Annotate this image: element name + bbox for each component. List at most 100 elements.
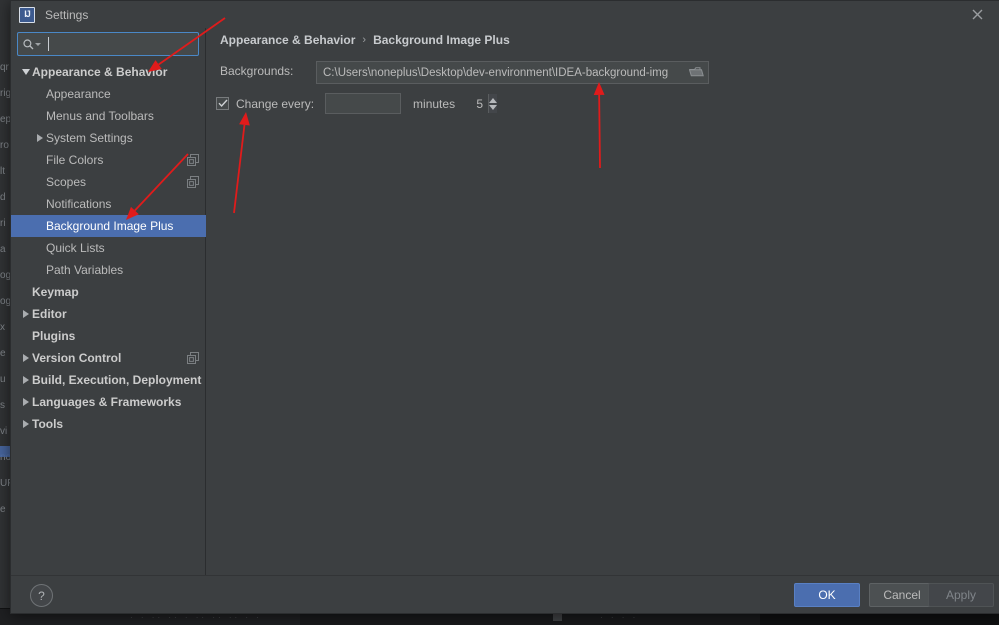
ok-button[interactable]: OK bbox=[794, 583, 860, 607]
copy-settings-icon[interactable] bbox=[187, 352, 199, 364]
copy-settings-icon[interactable] bbox=[187, 176, 199, 188]
chevron-right-icon[interactable] bbox=[33, 127, 46, 149]
sidebar-item-notifications[interactable]: Notifications bbox=[11, 193, 205, 215]
help-button[interactable]: ? bbox=[30, 584, 53, 607]
cancel-button[interactable]: Cancel bbox=[869, 583, 935, 607]
sidebar-item-appearance-behavior[interactable]: Appearance & Behavior bbox=[11, 61, 205, 83]
interval-unit-label: minutes bbox=[413, 96, 456, 111]
change-every-checkbox[interactable] bbox=[216, 97, 229, 110]
dialog-titlebar: IJ Settings bbox=[11, 1, 999, 28]
sidebar-item-label: Quick Lists bbox=[46, 241, 105, 255]
chevron-right-glyph bbox=[22, 420, 29, 428]
sidebar-item-keymap[interactable]: Keymap bbox=[11, 281, 205, 303]
sidebar-item-label: Tools bbox=[32, 417, 64, 431]
sidebar-item-label: Version Control bbox=[32, 351, 122, 365]
sidebar-item-label: System Settings bbox=[46, 131, 133, 145]
settings-sidebar: Appearance & Behavior Appearance Menus and… bbox=[11, 28, 237, 576]
sidebar-item-build-execution-deployment[interactable]: Build, Execution, Deployment bbox=[11, 369, 205, 391]
chevron-down-glyph bbox=[21, 69, 30, 75]
chevron-down-icon[interactable] bbox=[35, 42, 41, 46]
background-status-chip bbox=[553, 613, 562, 621]
folder-icon[interactable] bbox=[684, 62, 708, 83]
chevron-right-glyph bbox=[36, 134, 43, 142]
change-every-row: Change every: minutes bbox=[216, 93, 498, 114]
backgrounds-label: Backgrounds: bbox=[220, 64, 294, 78]
sidebar-item-editor[interactable]: Editor bbox=[11, 303, 205, 325]
sidebar-item-label: Languages & Frameworks bbox=[32, 395, 182, 409]
dialog-body: Appearance & Behavior Appearance Menus and… bbox=[11, 28, 999, 576]
copy-settings-icon[interactable] bbox=[187, 154, 199, 166]
chevron-right-glyph bbox=[22, 354, 29, 362]
sidebar-item-plugins[interactable]: Plugins bbox=[11, 325, 205, 347]
breadcrumb-root[interactable]: Appearance & Behavior bbox=[220, 33, 355, 47]
search-icon bbox=[23, 38, 34, 50]
background-status-text: · · ·· ·· · ·· ·· ·· · · bbox=[130, 613, 262, 622]
sidebar-item-label: Plugins bbox=[32, 329, 76, 343]
sidebar-item-appearance[interactable]: Appearance bbox=[11, 83, 205, 105]
backgrounds-row: Backgrounds: bbox=[220, 64, 293, 78]
apply-button[interactable]: Apply bbox=[928, 583, 994, 607]
chevron-right-icon[interactable] bbox=[19, 391, 32, 413]
sidebar-item-label: Notifications bbox=[46, 197, 112, 211]
sidebar-item-version-control[interactable]: Version Control bbox=[11, 347, 205, 369]
background-status-text: · · · · bbox=[600, 613, 639, 622]
interval-stepper[interactable] bbox=[488, 94, 498, 113]
search-field-wrapper[interactable] bbox=[17, 32, 202, 56]
breadcrumb-current: Background Image Plus bbox=[373, 33, 510, 47]
sidebar-item-label: Scopes bbox=[46, 175, 87, 189]
sidebar-item-label: Editor bbox=[32, 307, 67, 321]
interval-input[interactable] bbox=[326, 94, 489, 113]
sidebar-item-label: Path Variables bbox=[46, 263, 124, 277]
sidebar-item-label: Appearance & Behavior bbox=[32, 65, 168, 79]
chevron-right-icon[interactable] bbox=[19, 303, 32, 325]
sidebar-item-background-image-plus[interactable]: Background Image Plus bbox=[11, 215, 237, 237]
chevron-right-glyph bbox=[22, 310, 29, 318]
settings-tree[interactable]: Appearance & Behavior Appearance Menus and… bbox=[11, 61, 237, 576]
intellij-idea-icon: IJ bbox=[19, 6, 35, 23]
text-cursor bbox=[48, 37, 49, 51]
chevron-right-glyph bbox=[22, 398, 29, 406]
settings-dialog: IJ Settings Appearance & Behavior Appear… bbox=[10, 0, 999, 614]
screenshot-root: qr rig ep ro lt d ri a og og x e u s vi no UF e · · ·· ··… bbox=[0, 0, 999, 625]
chevron-right-glyph bbox=[22, 376, 29, 384]
chevron-down-icon[interactable] bbox=[19, 61, 32, 83]
sidebar-item-scopes[interactable]: Scopes bbox=[11, 171, 205, 193]
interval-spinner[interactable] bbox=[325, 93, 498, 114]
chevron-right-icon[interactable] bbox=[19, 413, 32, 435]
sidebar-item-languages-frameworks[interactable]: Languages & Frameworks bbox=[11, 391, 205, 413]
change-every-label: Change every: bbox=[236, 96, 315, 111]
backgrounds-path-input[interactable] bbox=[317, 63, 684, 82]
sidebar-item-menus-and-toolbars[interactable]: Menus and Toolbars bbox=[11, 105, 205, 127]
sidebar-item-label: Background Image Plus bbox=[46, 219, 174, 233]
breadcrumb-separator-icon: › bbox=[362, 34, 367, 46]
sidebar-item-path-variables[interactable]: Path Variables bbox=[11, 259, 205, 281]
stepper-up-icon[interactable] bbox=[489, 97, 498, 103]
sidebar-item-label: Appearance bbox=[46, 87, 111, 101]
dialog-title: Settings bbox=[45, 7, 89, 22]
sidebar-item-label: Keymap bbox=[32, 285, 79, 299]
sidebar-item-quick-lists[interactable]: Quick Lists bbox=[11, 237, 205, 259]
sidebar-item-system-settings[interactable]: System Settings bbox=[11, 127, 205, 149]
chevron-right-icon[interactable] bbox=[19, 347, 32, 369]
chevron-right-icon[interactable] bbox=[19, 369, 32, 391]
backgrounds-path-field[interactable] bbox=[316, 61, 709, 84]
sidebar-item-file-colors[interactable]: File Colors bbox=[11, 149, 205, 171]
breadcrumb: Appearance & Behavior › Background Image… bbox=[220, 33, 510, 47]
sidebar-item-label: Build, Execution, Deployment bbox=[32, 373, 202, 387]
dialog-footer: ? OK Cancel Apply bbox=[11, 575, 999, 613]
search-input[interactable] bbox=[47, 34, 202, 54]
stepper-down-icon[interactable] bbox=[489, 104, 498, 110]
close-icon[interactable] bbox=[954, 1, 999, 28]
settings-content-pane: Appearance & Behavior › Background Image… bbox=[206, 28, 999, 576]
sidebar-item-tools[interactable]: Tools bbox=[11, 413, 205, 435]
sidebar-item-label: File Colors bbox=[46, 153, 104, 167]
